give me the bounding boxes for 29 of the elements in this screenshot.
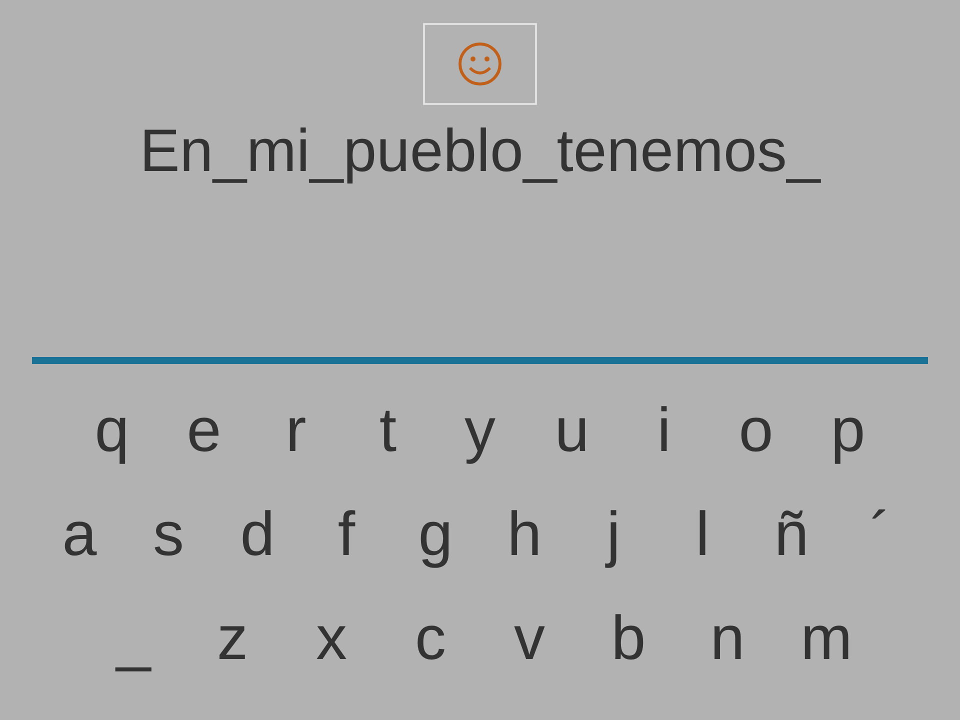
letter-key[interactable]: e bbox=[158, 394, 250, 468]
letter-key[interactable]: n bbox=[678, 602, 777, 676]
letter-key[interactable]: d bbox=[213, 498, 302, 572]
letter-key[interactable]: r bbox=[250, 394, 342, 468]
letter-key[interactable]: l bbox=[658, 498, 747, 572]
letter-key[interactable]: i bbox=[618, 394, 710, 468]
letter-key[interactable]: m bbox=[777, 602, 876, 676]
letter-key[interactable]: x bbox=[282, 602, 381, 676]
letter-key[interactable]: u bbox=[526, 394, 618, 468]
letter-key[interactable]: v bbox=[480, 602, 579, 676]
letter-key[interactable]: ñ bbox=[747, 498, 836, 572]
letter-key[interactable]: y bbox=[434, 394, 526, 468]
letter-key[interactable]: b bbox=[579, 602, 678, 676]
letter-key[interactable]: f bbox=[302, 498, 391, 572]
letter-key[interactable]: o bbox=[710, 394, 802, 468]
letter-key[interactable]: c bbox=[381, 602, 480, 676]
letter-key[interactable]: ´ bbox=[836, 498, 925, 572]
letter-key[interactable]: g bbox=[391, 498, 480, 572]
letter-key[interactable]: q bbox=[66, 394, 158, 468]
letter-key[interactable]: h bbox=[480, 498, 569, 572]
letter-key[interactable]: _ bbox=[84, 602, 183, 676]
letter-key[interactable]: j bbox=[569, 498, 658, 572]
letter-key[interactable]: z bbox=[183, 602, 282, 676]
letter-key[interactable]: p bbox=[802, 394, 894, 468]
letter-key[interactable]: s bbox=[124, 498, 213, 572]
letter-key[interactable]: a bbox=[35, 498, 124, 572]
prompt-text: En_mi_pueblo_tenemos_ bbox=[140, 121, 820, 181]
letter-key[interactable]: t bbox=[342, 394, 434, 468]
smiley-icon bbox=[457, 41, 503, 87]
